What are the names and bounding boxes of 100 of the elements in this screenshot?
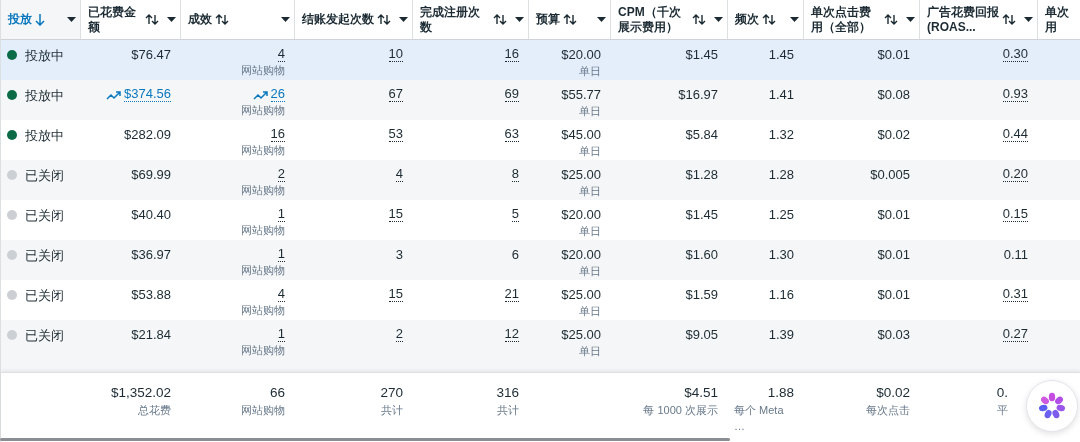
table-cell: 1.45 — [768, 47, 794, 63]
value-link[interactable]: 26 — [270, 87, 285, 102]
value-link[interactable]: 16 — [504, 47, 519, 62]
column-header[interactable]: 投放 — [1, 0, 81, 39]
column-header[interactable]: CPM（千次展示费用） — [611, 0, 728, 39]
status-text: 投放中 — [25, 87, 64, 105]
value-link[interactable]: 0.31 — [1002, 287, 1028, 302]
value-link[interactable]: 2 — [277, 167, 285, 182]
value-link[interactable]: 16 — [270, 127, 285, 142]
table-cell: $1.45 — [685, 47, 718, 63]
value-link[interactable]: 15 — [388, 207, 403, 222]
summary-label: 每个 Meta … — [734, 403, 785, 434]
trend-up-icon — [106, 89, 121, 100]
value-link[interactable]: 4 — [277, 287, 285, 302]
sort-icon — [493, 13, 507, 26]
budget-type: 单日 — [579, 224, 601, 239]
sort-icon — [762, 13, 776, 26]
status-text: 已关闭 — [25, 287, 64, 305]
value-link[interactable]: 0.30 — [1002, 47, 1028, 62]
header-label: 单次点击费用（全部） — [811, 4, 872, 35]
table-cell: 1.28 — [768, 167, 794, 183]
status-text: 已关闭 — [25, 167, 64, 185]
column-header[interactable]: 频次 — [728, 0, 804, 39]
sort-icon — [563, 13, 577, 26]
column-header[interactable]: 广告花费回报 (ROAS... — [920, 0, 1038, 39]
table-cell: $0.005 — [870, 167, 910, 183]
sort-icon — [215, 13, 229, 26]
value-link[interactable]: 4 — [395, 167, 403, 182]
header-label: 投放 — [8, 12, 32, 27]
table-cell: $1.28 — [685, 167, 718, 183]
summary-value: $0.02 — [876, 384, 910, 402]
value-link[interactable]: 0.44 — [1002, 127, 1028, 142]
table-cell: $55.77 — [561, 87, 601, 103]
value-link[interactable]: 1 — [277, 247, 285, 262]
status-text: 已关闭 — [25, 327, 64, 345]
value-link[interactable]: 15 — [388, 287, 403, 302]
table-cell: $0.01 — [877, 207, 910, 223]
caret-icon — [281, 17, 290, 22]
result-type: 网站购物 — [241, 263, 285, 278]
value-link[interactable]: 0.93 — [1002, 87, 1028, 102]
summary-label: 平 — [997, 403, 1008, 418]
value-link[interactable]: 1 — [277, 207, 285, 222]
column-header[interactable]: 完成注册次数 — [413, 0, 529, 39]
table-cell: $25.00 — [561, 327, 601, 343]
result-type: 网站购物 — [241, 103, 285, 118]
table-cell: 0.11 — [1003, 247, 1028, 263]
table-cell: $0.01 — [877, 47, 910, 63]
column-header[interactable]: 单次用 — [1038, 0, 1080, 39]
summary-value: 316 — [496, 384, 519, 402]
table-cell: 1.30 — [768, 247, 794, 263]
header-label: CPM（千次展示费用） — [618, 4, 682, 35]
column-header[interactable]: 成效 — [181, 0, 295, 39]
status-text: 投放中 — [25, 127, 64, 145]
result-type: 网站购物 — [241, 63, 285, 78]
budget-type: 单日 — [579, 344, 601, 359]
sort-icon — [692, 13, 706, 26]
value-link[interactable]: 12 — [504, 327, 519, 342]
value-link[interactable]: 5 — [511, 207, 519, 222]
value-link[interactable]: 1 — [277, 327, 285, 342]
header-label: 结账发起次数 — [302, 12, 374, 27]
value-link[interactable]: 69 — [504, 87, 519, 102]
column-header[interactable]: 预算 — [529, 0, 611, 39]
value-link[interactable]: 63 — [504, 127, 519, 142]
table-cell: $69.99 — [131, 167, 171, 183]
column-header[interactable]: 结账发起次数 — [295, 0, 413, 39]
caret-icon — [1024, 17, 1033, 22]
value-link[interactable]: 0.20 — [1002, 167, 1028, 182]
budget-type: 单日 — [579, 104, 601, 119]
caret-icon — [714, 17, 723, 22]
caret-icon — [790, 17, 799, 22]
table-cell: $25.00 — [561, 167, 601, 183]
value-link[interactable]: 8 — [511, 167, 519, 182]
header-label: 频次 — [735, 12, 759, 27]
result-type: 网站购物 — [241, 223, 285, 238]
sort-icon — [377, 13, 391, 26]
value-link[interactable]: 21 — [504, 287, 519, 302]
value-link[interactable]: 10 — [388, 47, 403, 62]
assistant-button[interactable] — [1026, 380, 1078, 432]
sort-icon — [145, 13, 159, 26]
table-cell: $0.01 — [877, 287, 910, 303]
value-link[interactable]: 53 — [388, 127, 403, 142]
value-link[interactable]: 4 — [277, 47, 285, 62]
table-cell: $16.97 — [678, 87, 718, 103]
caret-icon — [399, 17, 408, 22]
column-header[interactable]: 单次点击费用（全部） — [804, 0, 920, 39]
value-link[interactable]: 2 — [395, 327, 403, 342]
value-link[interactable]: 0.27 — [1002, 327, 1028, 342]
value-link[interactable]: 0.15 — [1002, 207, 1028, 222]
table-cell: $40.40 — [131, 207, 171, 223]
summary-label: 每 1000 次展示 — [643, 403, 718, 418]
table-cell: $5.84 — [685, 127, 718, 143]
value-link[interactable]: 67 — [388, 87, 403, 102]
result-type: 网站购物 — [241, 303, 285, 318]
column-header[interactable]: 已花费金额 — [81, 0, 181, 39]
value-link[interactable]: $374.56 — [124, 87, 171, 102]
caret-icon — [597, 17, 606, 22]
budget-type: 单日 — [579, 304, 601, 319]
summary-value: $4.51 — [684, 384, 718, 402]
table-cell: $282.09 — [124, 127, 171, 143]
result-type: 网站购物 — [241, 343, 285, 358]
